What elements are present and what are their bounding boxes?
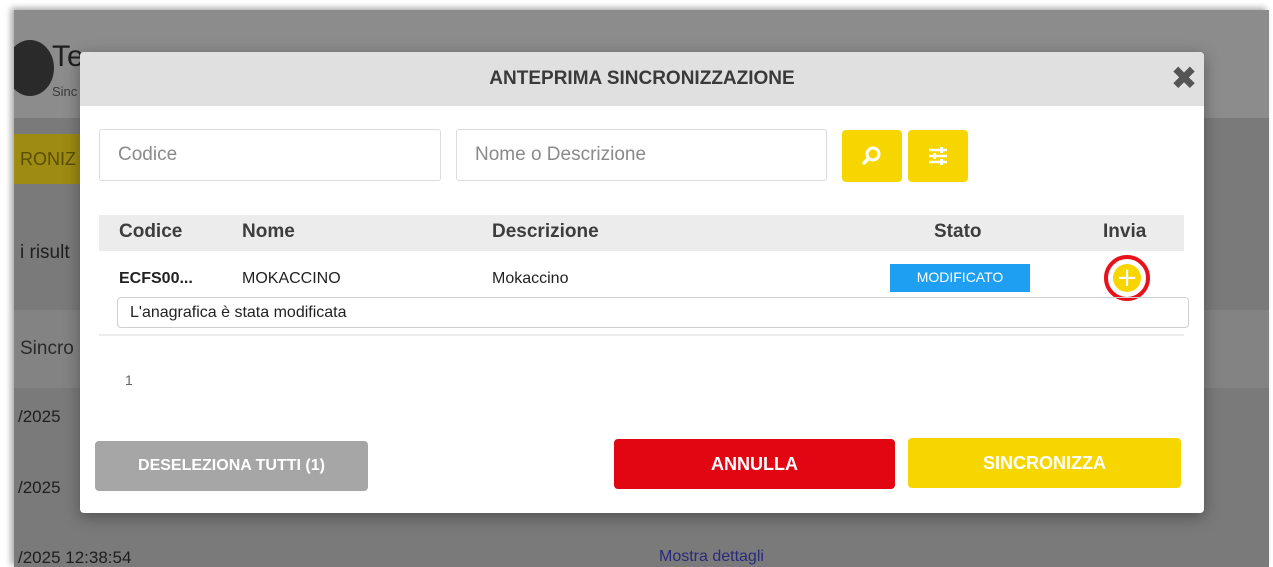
change-note: L'anagrafica è stata modificata [117,297,1189,328]
column-header-code[interactable]: Codice [119,221,182,243]
cell-description: Mokaccino [492,270,569,287]
sync-preview-modal: ANTEPRIMA SINCRONIZZAZIONE ✖ Codice Nome… [80,52,1204,513]
page-title: Te [52,40,84,73]
page-subtitle: Sinc [52,84,78,99]
column-header-status[interactable]: Stato [934,221,982,243]
sync-button[interactable]: SINCRONIZZA [908,438,1181,488]
close-icon[interactable]: ✖ [1168,62,1200,94]
code-search-input[interactable] [99,129,441,181]
modal-header: ANTEPRIMA SINCRONIZZAZIONE ✖ [80,52,1204,106]
background-sync-button[interactable]: RONIZ [14,134,84,184]
details-link[interactable]: Mostra dettagli [659,548,764,566]
search-icon [862,146,881,165]
name-search-input[interactable] [456,129,827,181]
column-header-name[interactable]: Nome [242,221,295,243]
pagination-page[interactable]: 1 [125,372,133,388]
row-divider [99,334,1184,336]
sliders-icon [929,147,947,165]
background-row-date: /2025 12:38:54 [18,548,132,567]
cell-name: MOKACCINO [242,270,341,287]
background-row-date: /2025 [18,407,61,426]
table-header: Codice Nome Descrizione Stato Invia [99,215,1184,251]
plus-circle-icon: + [1113,264,1141,292]
send-add-button[interactable]: + [1104,255,1150,301]
results-label: i risult [20,242,70,263]
cancel-button[interactable]: ANNULLA [614,439,895,489]
search-button[interactable] [842,130,902,182]
column-header-description[interactable]: Descrizione [492,221,599,243]
background-row-date: /2025 [18,478,61,497]
status-badge: MODIFICATO [890,264,1030,292]
deselect-all-button[interactable]: DESELEZIONA TUTTI (1) [95,441,368,491]
column-header-send[interactable]: Invia [1103,221,1146,243]
filter-button[interactable] [908,130,968,182]
modal-title: ANTEPRIMA SINCRONIZZAZIONE [489,68,795,89]
background-table-header-label: Sincro [20,338,74,359]
cell-code: ECFS00... [119,270,193,287]
